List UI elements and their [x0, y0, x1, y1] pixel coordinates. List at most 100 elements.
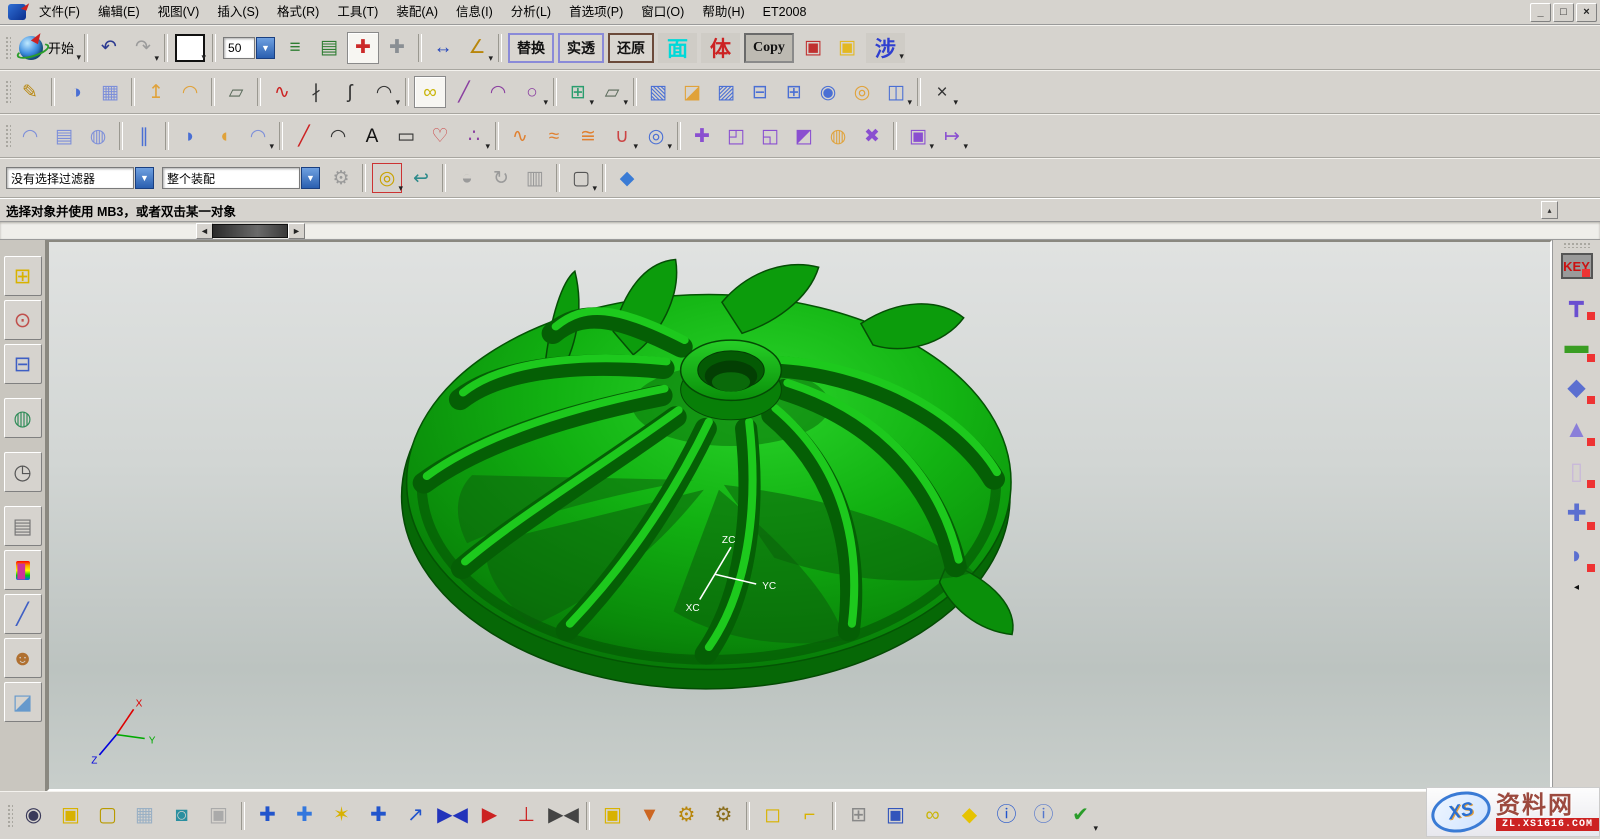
marquee-select-icon[interactable]: ▢▾ [565, 162, 597, 194]
arc-point-icon[interactable]: ◠ [482, 76, 514, 108]
move-component-icon[interactable]: ↗ [398, 798, 433, 834]
menu-window[interactable]: 窗口(O) [632, 1, 693, 24]
project-curve-icon[interactable]: ∿ [504, 120, 536, 152]
inactive-component-icon[interactable]: ▣ [201, 798, 236, 834]
palette-collapse-icon[interactable]: ◂ [1574, 582, 1579, 593]
join-curve-icon[interactable]: ∞ [414, 76, 446, 108]
section-view-icon[interactable]: ◑ [60, 76, 92, 108]
find-component-icon[interactable]: ◉ [16, 798, 51, 834]
move-to-layer-icon[interactable]: ▤ [313, 32, 345, 64]
measure-distance-icon[interactable]: ↔ [427, 32, 459, 64]
wrap-curve-icon[interactable]: ◎▾ [640, 120, 672, 152]
template-part-elbow-icon[interactable]: ◗ [1557, 537, 1597, 573]
display-color-swatch[interactable]: ▾ [175, 34, 205, 62]
divide-curve-icon[interactable]: ∤ [300, 76, 332, 108]
explode-component-icon[interactable]: ▦ [127, 798, 162, 834]
constraint-navigator-icon[interactable]: ⊙ [4, 300, 42, 340]
datum-csys-icon[interactable]: ×▾ [926, 76, 958, 108]
basic-shapes-icon[interactable]: ⊞▾ [562, 76, 594, 108]
move-object-icon[interactable]: ✚ [686, 120, 718, 152]
remember-constraints-icon[interactable]: ▶◀ [546, 798, 581, 834]
cylinder-icon[interactable]: ◍ [822, 120, 854, 152]
extrude-sheet-icon[interactable]: ↥ [140, 76, 172, 108]
translucent-button[interactable]: 实透 [558, 33, 604, 63]
add-component-icon[interactable]: ✚ [250, 798, 285, 834]
menu-et2008[interactable]: ET2008 [754, 1, 816, 24]
menu-tools[interactable]: 工具(T) [328, 1, 387, 24]
assembly-check-icon[interactable]: ✔▾ [1063, 798, 1098, 834]
scroll-left-icon[interactable]: ◄ [196, 223, 213, 239]
interpart-link-icon[interactable]: ∞ [915, 798, 950, 834]
sketch-icon[interactable]: ✎ [14, 76, 46, 108]
face-blend-icon[interactable]: ◗ [174, 120, 206, 152]
combine-curve-icon[interactable]: ≈ [538, 120, 570, 152]
measure-angle-icon[interactable]: ∠▾ [461, 32, 493, 64]
impeller-model[interactable] [402, 259, 1013, 688]
selection-filter-combo[interactable]: 没有选择过滤器 ▼ [6, 167, 154, 189]
menu-file[interactable]: 文件(F) [30, 1, 89, 24]
link-info-icon[interactable]: ⓘ [989, 798, 1024, 834]
close-button[interactable]: × [1576, 3, 1597, 22]
sheet-plane-icon[interactable]: ▱▾ [596, 76, 628, 108]
wcs-display-icon[interactable]: ✚ [347, 32, 379, 64]
split-curve-icon[interactable]: ʃ [334, 76, 366, 108]
sequence-playback-icon[interactable]: ▣ [878, 798, 913, 834]
through-mesh-icon[interactable]: ▤ [48, 120, 80, 152]
template-part-cross-icon[interactable]: ✚ [1557, 495, 1597, 531]
restore-button[interactable]: □ [1553, 3, 1574, 22]
assembly-navigator-icon[interactable]: ⊞ [4, 256, 42, 296]
clip-section-icon[interactable]: ▥ [519, 162, 551, 194]
wave-linker-icon[interactable]: ◆ [952, 798, 987, 834]
layer-settings-icon[interactable]: ≡ [279, 32, 311, 64]
bridge-curve-icon[interactable]: ◠▾ [368, 76, 400, 108]
restore-button[interactable]: 还原 [608, 33, 654, 63]
shaded-tool-icon[interactable]: ◒ [451, 162, 483, 194]
profile-spline-icon[interactable]: ♡ [424, 120, 456, 152]
render-style-icon[interactable]: ◆ [611, 162, 643, 194]
visualization-icon[interactable]: ▮ [4, 550, 42, 590]
open-component-icon[interactable]: ▣ [53, 798, 88, 834]
minimize-button[interactable]: _ [1530, 3, 1551, 22]
viewport-canvas[interactable]: ZC YC XC X Y Z [49, 242, 1550, 789]
edit-suppression-icon[interactable]: ⚙ [706, 798, 741, 834]
hole-icon[interactable]: ◉ [812, 76, 844, 108]
mesh-surface-icon[interactable]: ▦ [94, 76, 126, 108]
yellow-cube-icon[interactable]: ▣ [831, 32, 863, 64]
filter-gears-icon[interactable]: ⚙ [325, 162, 357, 194]
undo-selection-icon[interactable]: ↩ [405, 162, 437, 194]
menu-help[interactable]: 帮助(H) [693, 1, 753, 24]
gallery-icon[interactable]: ◪ [4, 682, 42, 722]
align-constraint-icon[interactable]: ▶ [472, 798, 507, 834]
new-component-icon[interactable]: ✚ [287, 798, 322, 834]
substitute-component-icon[interactable]: ▼ [632, 798, 667, 834]
template-part-plate-icon[interactable]: ▲ [1557, 411, 1597, 447]
extrude-icon[interactable]: ▧ [642, 76, 674, 108]
trim-curve-icon[interactable]: ∿ [266, 76, 298, 108]
prompt-scroll-up-icon[interactable]: ▴ [1541, 201, 1558, 219]
template-part-bracket-icon[interactable]: ◆ [1557, 369, 1597, 405]
key-template-button[interactable]: KEY [1561, 253, 1593, 279]
menu-edit[interactable]: 编辑(E) [89, 1, 149, 24]
sequence-icon[interactable]: ⌐ [792, 798, 827, 834]
menu-insert[interactable]: 插入(S) [208, 1, 268, 24]
delete-body-icon[interactable]: ✖ [856, 120, 888, 152]
face-button[interactable]: 面 [658, 33, 697, 63]
copy-feature-icon[interactable]: ▣▾ [902, 120, 934, 152]
roles-icon[interactable]: ☻ [4, 638, 42, 678]
body-button[interactable]: 体 [701, 33, 740, 63]
graphics-viewport[interactable]: ZC YC XC X Y Z [47, 240, 1552, 791]
rectangle-icon[interactable]: ▭ [390, 120, 422, 152]
create-parent-icon[interactable]: ✶ [324, 798, 359, 834]
menu-format[interactable]: 格式(R) [268, 1, 328, 24]
show-component-icon[interactable]: ▢ [90, 798, 125, 834]
replace-component-icon[interactable]: ▣ [595, 798, 630, 834]
copy-button[interactable]: Copy [744, 33, 794, 63]
template-part-block-icon[interactable]: ▬ [1557, 327, 1597, 363]
offset-body-icon[interactable]: ◱ [754, 120, 786, 152]
undo-icon[interactable]: ↶ [93, 32, 125, 64]
snap-point-icon[interactable]: ◎▾ [371, 162, 403, 194]
template-part-t-icon[interactable]: ┳ [1557, 285, 1597, 321]
line-point-icon[interactable]: ╱ [448, 76, 480, 108]
studio-surface-icon[interactable]: ◠▾ [242, 120, 274, 152]
she-button[interactable]: 涉▾ [866, 33, 905, 63]
